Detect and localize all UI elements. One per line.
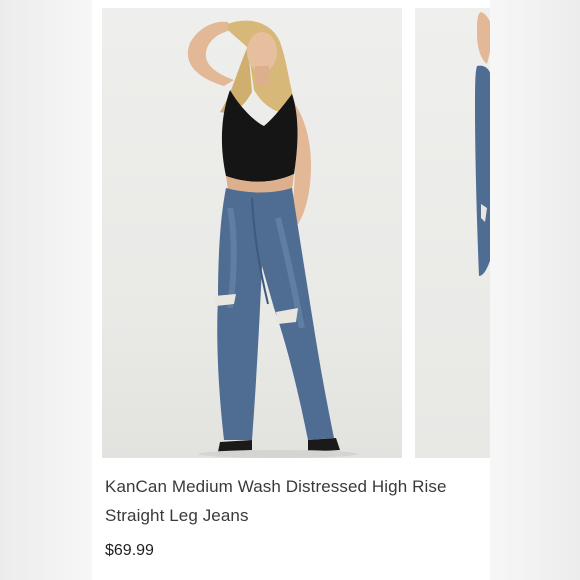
- product-image-next[interactable]: [415, 8, 490, 458]
- model-photo-icon: [187, 20, 358, 458]
- model-photo-side-icon: [475, 12, 490, 276]
- background-left-blur: [0, 0, 92, 580]
- product-card[interactable]: KanCan Medium Wash Distressed High Rise …: [92, 0, 490, 580]
- product-image-main[interactable]: [102, 8, 402, 458]
- product-info: KanCan Medium Wash Distressed High Rise …: [105, 472, 480, 560]
- product-title[interactable]: KanCan Medium Wash Distressed High Rise …: [105, 472, 480, 530]
- product-price: $69.99: [105, 542, 154, 559]
- image-carousel[interactable]: [92, 0, 490, 460]
- background-right-blur: [488, 0, 580, 580]
